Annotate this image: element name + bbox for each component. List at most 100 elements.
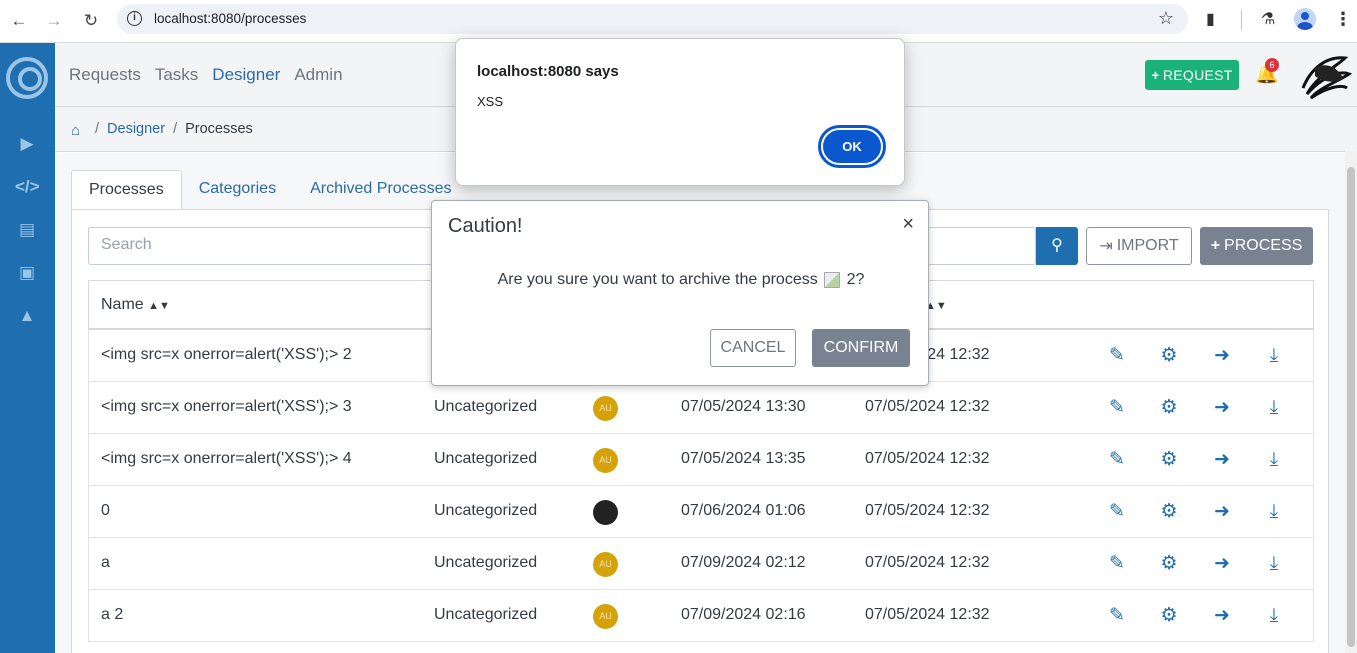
gear-icon[interactable]: ⚙ xyxy=(1158,344,1180,368)
import-button[interactable]: ⇥ IMPORT xyxy=(1086,227,1192,265)
profile-avatar-icon[interactable] xyxy=(1294,8,1316,30)
site-info-icon[interactable]: i xyxy=(127,11,142,26)
process-name: <img src=x onerror=alert('XSS');> 2 xyxy=(101,346,352,363)
reload-icon[interactable]: ↻ xyxy=(78,8,104,34)
broken-image-icon xyxy=(824,271,841,288)
forward-icon[interactable]: → xyxy=(41,8,67,34)
gear-icon[interactable]: ⚙ xyxy=(1158,448,1180,472)
name-column-header[interactable]: Name ▲▼ xyxy=(101,296,170,314)
file-export-icon[interactable]: ➜ xyxy=(1211,448,1233,472)
table-row[interactable]: <img src=x onerror=alert('XSS');> 4 Uncat… xyxy=(88,434,1314,486)
nav-designer[interactable]: Designer xyxy=(212,65,280,85)
gear-icon[interactable]: ⚙ xyxy=(1158,552,1180,576)
breadcrumb-designer[interactable]: Designer xyxy=(107,121,165,137)
sort-icon[interactable]: ▲▼ xyxy=(148,300,170,312)
search-icon[interactable]: ⚲ xyxy=(1036,227,1078,265)
breadcrumb-separator: / xyxy=(95,121,100,137)
url-text[interactable]: localhost:8080/processes xyxy=(154,11,306,26)
breadcrumb-separator: / xyxy=(173,121,178,137)
top-nav: Requests Tasks Designer Admin xyxy=(69,65,343,85)
owner-avatar[interactable]: AU xyxy=(593,604,618,629)
download-icon[interactable]: ⤓ xyxy=(1263,604,1285,628)
app-logo[interactable] xyxy=(6,57,48,99)
notifications-bell-icon[interactable]: 🔔 6 xyxy=(1255,58,1279,85)
file-import-icon: ⇥ xyxy=(1099,238,1113,255)
edit-icon[interactable]: ✎ xyxy=(1106,448,1128,472)
tab-bar: Processes Categories Archived Processes xyxy=(71,170,468,210)
gear-icon[interactable]: ⚙ xyxy=(1158,396,1180,420)
home-icon[interactable]: ⌂ xyxy=(71,122,80,139)
edit-icon[interactable]: ✎ xyxy=(1106,344,1128,368)
process-category: Uncategorized xyxy=(434,606,538,623)
back-icon[interactable]: ← xyxy=(6,8,32,34)
edit-icon[interactable]: ✎ xyxy=(1106,500,1128,524)
edit-icon[interactable]: ✎ xyxy=(1106,396,1128,420)
file-export-icon[interactable]: ➜ xyxy=(1211,500,1233,524)
created-date: 07/05/2024 12:32 xyxy=(865,398,990,415)
process-category: Uncategorized xyxy=(434,450,538,467)
edit-icon[interactable]: ✎ xyxy=(1106,604,1128,628)
plus-icon: + xyxy=(1210,237,1221,254)
confirm-button[interactable]: CONFIRM xyxy=(812,329,910,367)
owner-avatar[interactable]: AU xyxy=(593,396,618,421)
download-icon[interactable]: ⤓ xyxy=(1263,396,1285,420)
lock-icon[interactable]: ▣ xyxy=(15,261,39,285)
process-category: Uncategorized xyxy=(434,398,538,415)
gear-icon[interactable]: ⚙ xyxy=(1158,500,1180,524)
file-export-icon[interactable]: ➜ xyxy=(1211,396,1233,420)
download-icon[interactable]: ⤓ xyxy=(1263,344,1285,368)
download-icon[interactable]: ⤓ xyxy=(1263,500,1285,524)
tab-categories[interactable]: Categories xyxy=(182,170,293,210)
close-icon[interactable]: × xyxy=(902,213,914,236)
notification-badge: 6 xyxy=(1265,58,1279,72)
page-scrollbar[interactable] xyxy=(1345,151,1357,653)
table-row[interactable]: a Uncategorized AU 07/09/2024 02:12 07/05/20… xyxy=(88,538,1314,590)
labs-flask-icon[interactable]: ⚗ xyxy=(1261,9,1275,29)
name-header-label: Name xyxy=(101,296,144,313)
download-icon[interactable]: ⤓ xyxy=(1263,448,1285,472)
new-request-button[interactable]: + REQUEST xyxy=(1145,60,1239,90)
code-icon[interactable]: </> xyxy=(15,175,40,199)
table-row[interactable]: 0 Uncategorized 07/06/2024 01:06 07/05/2024… xyxy=(88,486,1314,538)
gear-icon[interactable]: ⚙ xyxy=(1158,604,1180,628)
edit-icon[interactable]: ✎ xyxy=(1106,552,1128,576)
modified-date: 07/05/2024 13:35 xyxy=(681,450,806,467)
sidebar: ▶ </> ▤ ▣ ▲ xyxy=(0,43,55,653)
table-row[interactable]: <img src=x onerror=alert('XSS');> 3 Uncat… xyxy=(88,382,1314,434)
scrollbar-thumb[interactable] xyxy=(1347,167,1355,647)
alert-host: localhost:8080 says xyxy=(477,63,619,80)
owner-avatar[interactable]: AU xyxy=(593,552,618,577)
process-button-label: PROCESS xyxy=(1224,237,1303,254)
tab-processes[interactable]: Processes xyxy=(71,170,182,210)
document-icon[interactable]: ▤ xyxy=(15,218,39,242)
nav-requests[interactable]: Requests xyxy=(69,65,141,85)
file-export-icon[interactable]: ➜ xyxy=(1211,552,1233,576)
modal-message: Are you sure you want to archive the pro… xyxy=(432,271,930,289)
play-icon[interactable]: ▶ xyxy=(15,132,39,156)
download-icon[interactable]: ⤓ xyxy=(1263,552,1285,576)
add-process-button[interactable]: + PROCESS xyxy=(1200,227,1313,265)
circle-up-icon[interactable]: ▲ xyxy=(15,304,39,328)
file-export-icon[interactable]: ➜ xyxy=(1211,604,1233,628)
table-row[interactable]: a 2 Uncategorized AU 07/09/2024 02:16 07/05/… xyxy=(88,590,1314,642)
import-button-label: IMPORT xyxy=(1116,237,1179,254)
file-export-icon[interactable]: ➜ xyxy=(1211,344,1233,368)
process-name: <img src=x onerror=alert('XSS');> 4 xyxy=(101,450,352,467)
menu-dots-icon[interactable]: ⋮ xyxy=(1334,9,1352,30)
owner-avatar[interactable]: AU xyxy=(593,448,618,473)
extensions-icon[interactable]: ▮ xyxy=(1206,9,1215,29)
nav-admin[interactable]: Admin xyxy=(294,65,342,85)
created-date: 07/05/2024 12:32 xyxy=(865,502,990,519)
browser-alert-dialog: localhost:8080 says XSS OK xyxy=(455,38,905,186)
request-button-label: REQUEST xyxy=(1162,67,1233,83)
nav-tasks[interactable]: Tasks xyxy=(155,65,198,85)
archive-confirm-modal: Caution! × Are you sure you want to arch… xyxy=(431,200,929,386)
alert-ok-button[interactable]: OK xyxy=(818,125,886,168)
cancel-button[interactable]: CANCEL xyxy=(710,329,796,367)
address-bar[interactable]: i localhost:8080/processes ☆ xyxy=(117,4,1188,34)
created-date: 07/05/2024 12:32 xyxy=(865,554,990,571)
owner-avatar[interactable] xyxy=(593,500,618,525)
process-category: Uncategorized xyxy=(434,502,538,519)
bookmark-star-icon[interactable]: ☆ xyxy=(1158,8,1174,29)
user-avatar[interactable] xyxy=(1297,48,1353,102)
